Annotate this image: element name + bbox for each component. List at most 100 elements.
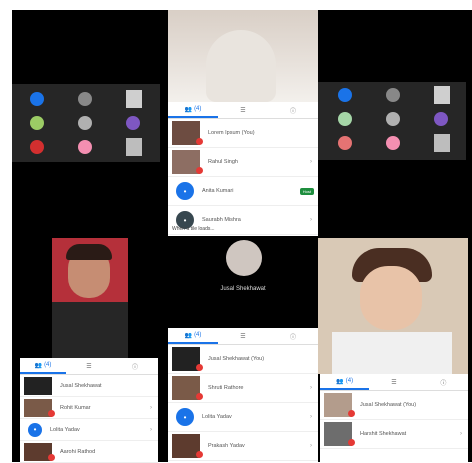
mic-off-icon [196,393,203,400]
participant-tile[interactable] [78,92,92,106]
chevron-right-icon[interactable]: › [310,414,312,420]
tab-people[interactable]: 👥 (4) [168,328,218,344]
panel-footer: When a tile loads... [172,226,215,232]
chevron-right-icon[interactable]: › [310,217,312,223]
panel-tabs: 👥 (4) ☰ ⓘ [20,358,158,375]
presenter-name: Jusal Shekhawat [220,286,266,292]
avatar [172,150,203,174]
mic-off-icon [48,409,55,417]
avatar: • [28,422,42,437]
participant-tile[interactable] [126,138,142,156]
tab-chat[interactable]: ☰ [66,363,112,370]
people-icon: 👥 [184,332,193,339]
panel-tabs: 👥 (4) ☰ ⓘ [320,374,468,391]
mic-off-icon [348,439,355,446]
participant-tile[interactable] [386,136,400,150]
tab-info[interactable]: ⓘ [268,332,318,341]
avatar [24,398,55,417]
participants-panel-top: 👥 (4) ☰ ⓘ Lorem Ipsum (You) Rahul Singh ›… [168,102,318,236]
tab-info[interactable]: ⓘ [419,378,468,387]
participant-tile[interactable] [434,134,450,152]
info-icon: ⓘ [440,380,447,387]
participant-tile[interactable] [126,116,140,130]
chevron-right-icon[interactable]: › [150,405,152,411]
avatar [172,121,203,145]
participants-panel-left: 👥 (4) ☰ ⓘ Jusal Shekhawat Rohit Kumar › •… [20,358,158,463]
chevron-right-icon[interactable]: › [310,443,312,449]
list-item[interactable]: • Lolita Yadav › [20,419,158,441]
list-item[interactable]: Rohit Kumar › [20,397,158,419]
avatar [172,347,203,371]
avatar [172,376,203,400]
person-body [52,302,128,358]
list-item[interactable]: Rahul Singh › [168,148,318,177]
tab-people[interactable]: 👥 (4) [320,374,370,390]
avatar [172,434,203,458]
chat-icon: ☰ [86,363,92,370]
participant-tile[interactable] [78,140,92,154]
participant-tile[interactable] [30,92,44,106]
chevron-right-icon[interactable]: › [310,159,312,165]
list-item[interactable]: Prakash Yadav › [168,432,318,461]
person-body [332,332,452,374]
list-item[interactable]: Harshit Shekhawat › [320,420,468,449]
list-item[interactable]: Jusal Shekhawat [20,375,158,397]
participant-tile[interactable] [434,112,448,126]
video-feed-left [52,238,128,358]
people-icon: 👥 [336,378,344,385]
list-item[interactable]: Shruti Rathore › [168,374,318,403]
participant-tile[interactable] [78,116,92,130]
mic-off-icon [196,138,203,145]
chat-icon: ☰ [240,107,246,114]
presenter-avatar [226,240,262,276]
participant-tile[interactable] [338,88,352,102]
mic-off-icon [196,167,203,174]
participant-tile[interactable] [30,116,44,130]
info-icon: ⓘ [289,334,296,341]
participant-tile[interactable] [30,140,44,154]
person-silhouette [206,30,276,102]
video-feed-top [168,10,318,102]
tab-info[interactable]: ⓘ [268,106,318,115]
mic-off-icon [196,451,203,458]
participant-tile[interactable] [126,90,142,108]
avatar [24,376,52,395]
avatar [24,442,55,461]
people-icon: 👥 [184,106,193,113]
participants-panel-center: 👥 (4) ☰ ⓘ Jusal Shekhawat (You) Shruti Ra… [168,328,318,462]
avatar: • [176,182,194,200]
tab-chat[interactable]: ☰ [218,333,268,340]
panel-tabs: 👥 (4) ☰ ⓘ [168,328,318,345]
mic-off-icon [196,364,203,371]
host-badge: Host [299,187,314,195]
chevron-right-icon[interactable]: › [150,427,152,433]
mic-off-icon [48,453,55,461]
person-face [360,266,422,330]
tab-people[interactable]: 👥 (4) [168,102,218,118]
list-item[interactable]: Jusal Shekhawat (You) [168,345,318,374]
panel-tabs: 👥 (4) ☰ ⓘ [168,102,318,119]
avatar [324,422,355,446]
participants-panel-right: 👥 (4) ☰ ⓘ Jusal Shekhawat (You) Harshit S… [320,374,468,462]
tab-chat[interactable]: ☰ [369,379,418,386]
participant-tile[interactable] [338,112,352,126]
list-item[interactable]: Lorem Ipsum (You) [168,119,318,148]
avatar [324,393,355,417]
tab-people[interactable]: 👥 (4) [20,358,66,374]
list-item[interactable]: • Lolita Yadav › [168,403,318,432]
chat-icon: ☰ [240,333,246,340]
tab-info[interactable]: ⓘ [112,362,158,371]
participant-tile[interactable] [338,136,352,150]
participant-tile[interactable] [386,112,400,126]
tab-chat[interactable]: ☰ [218,107,268,114]
people-icon: 👥 [34,362,43,369]
participant-tile[interactable] [386,88,400,102]
meeting-grid-right [318,82,466,160]
chevron-right-icon[interactable]: › [310,385,312,391]
list-item[interactable]: Aarohi Rathod [20,441,158,463]
chevron-right-icon[interactable]: › [460,431,462,437]
participant-tile[interactable] [434,86,450,104]
list-item[interactable]: Jusal Shekhawat (You) [320,391,468,420]
meeting-grid-left [12,84,160,162]
list-item[interactable]: • Anita Kumari Host [168,177,318,206]
